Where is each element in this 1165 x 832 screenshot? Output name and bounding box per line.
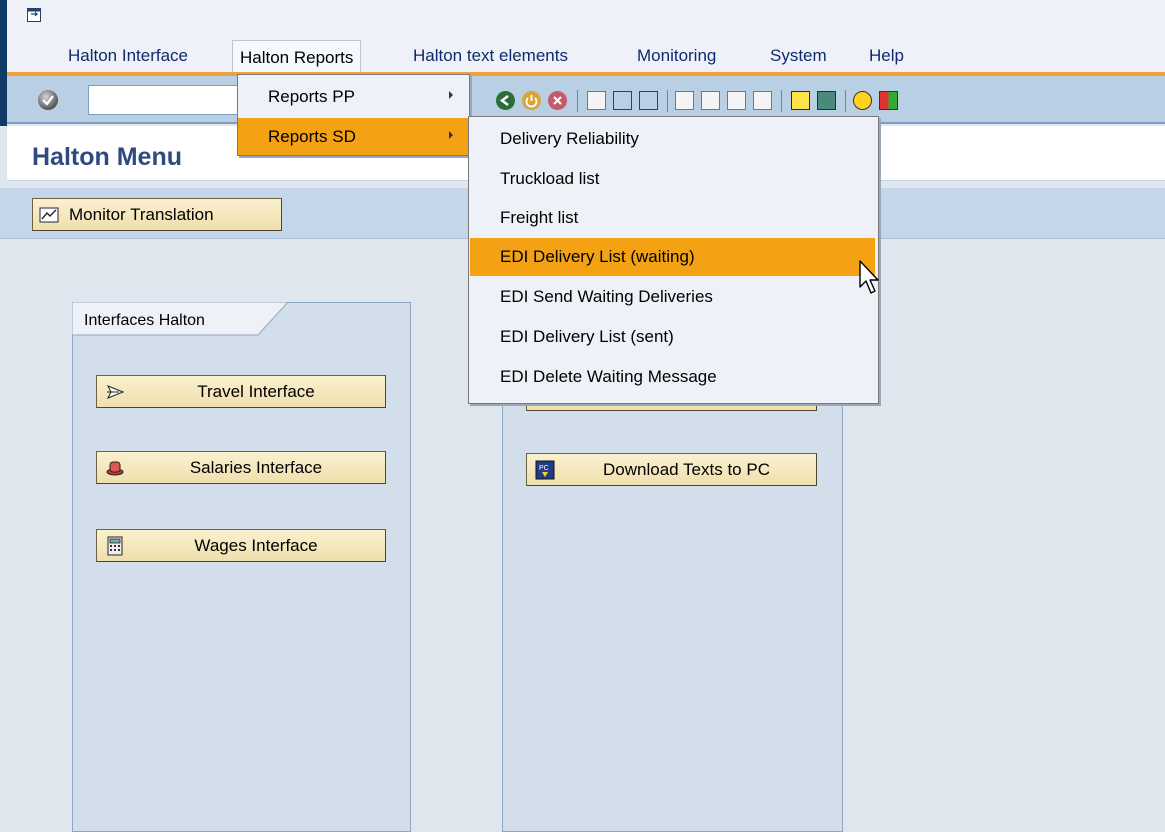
svg-text:PC: PC <box>539 465 549 472</box>
download-texts-button[interactable]: PC Download Texts to PC <box>526 453 817 486</box>
enter-check-icon[interactable] <box>38 90 58 110</box>
calculator-icon <box>105 536 125 556</box>
page-title: Halton Menu <box>32 143 182 171</box>
salaries-interface-button[interactable]: Salaries Interface <box>96 451 386 484</box>
menu-halton-interface[interactable]: Halton Interface <box>68 46 188 66</box>
previous-page-icon[interactable] <box>701 91 720 110</box>
menu-item-edi-delivery-list-waiting[interactable]: EDI Delivery List (waiting) <box>470 238 875 276</box>
menu-item-edi-delivery-list-sent[interactable]: EDI Delivery List (sent) <box>470 318 875 356</box>
menu-help[interactable]: Help <box>869 46 904 66</box>
menu-halton-text-elements[interactable]: Halton text elements <box>413 46 568 66</box>
menu-monitoring[interactable]: Monitoring <box>637 46 716 66</box>
menu-item-delivery-reliability[interactable]: Delivery Reliability <box>470 120 875 158</box>
toolbar-separator <box>577 90 578 112</box>
monitor-chart-icon <box>39 205 59 225</box>
help-icon[interactable] <box>853 91 872 110</box>
window-left-edge <box>0 0 7 126</box>
find-next-icon[interactable] <box>639 91 658 110</box>
toolbar-separator <box>781 90 782 112</box>
submenu-arrow-icon <box>449 91 453 99</box>
reports-sd-submenu: Delivery Reliability Truckload list Frei… <box>468 116 879 404</box>
interfaces-halton-tab-label: Interfaces Halton <box>84 312 205 329</box>
toolbar-separator <box>845 90 846 112</box>
menu-item-reports-pp[interactable]: Reports PP <box>238 78 469 115</box>
pc-download-icon: PC <box>535 460 555 480</box>
travel-interface-button[interactable]: Travel Interface <box>96 375 386 408</box>
back-icon[interactable] <box>496 91 515 110</box>
first-page-icon[interactable] <box>675 91 694 110</box>
shortcut-icon[interactable] <box>817 91 836 110</box>
system-menu-icon[interactable] <box>27 8 43 23</box>
submenu-arrow-icon <box>449 131 453 139</box>
monitor-translation-button[interactable]: Monitor Translation <box>32 198 282 231</box>
menu-item-freight-list[interactable]: Freight list <box>470 199 875 237</box>
cancel-icon[interactable] <box>548 91 567 110</box>
wages-interface-button[interactable]: Wages Interface <box>96 529 386 562</box>
salary-hat-icon <box>105 458 125 478</box>
command-field[interactable] <box>88 85 248 115</box>
toolbar-separator <box>667 90 668 112</box>
menu-system[interactable]: System <box>770 46 827 66</box>
menu-item-truckload-list[interactable]: Truckload list <box>470 160 875 198</box>
layout-icon[interactable] <box>879 91 898 110</box>
exit-icon[interactable] <box>522 91 541 110</box>
menu-item-reports-sd[interactable]: Reports SD <box>238 118 469 155</box>
find-icon[interactable] <box>613 91 632 110</box>
last-page-icon[interactable] <box>753 91 772 110</box>
create-session-icon[interactable] <box>791 91 810 110</box>
next-page-icon[interactable] <box>727 91 746 110</box>
menu-item-edi-send-waiting-deliveries[interactable]: EDI Send Waiting Deliveries <box>470 278 875 316</box>
halton-reports-menu: Reports PP Reports SD <box>237 74 470 156</box>
print-icon[interactable] <box>587 91 606 110</box>
airplane-icon <box>105 382 125 402</box>
menu-item-edi-delete-waiting-message[interactable]: EDI Delete Waiting Message <box>470 358 875 396</box>
menu-halton-reports[interactable]: Halton Reports <box>232 40 362 75</box>
mouse-cursor-icon <box>857 259 883 304</box>
